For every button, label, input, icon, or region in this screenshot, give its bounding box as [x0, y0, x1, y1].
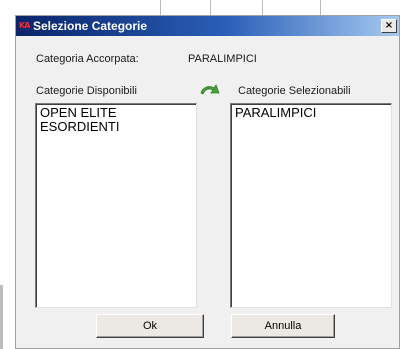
close-icon: × — [384, 20, 394, 31]
categoria-accorpata-value: PARALIMPICI — [188, 53, 257, 65]
background-gridline — [320, 0, 321, 15]
dialog-title: Selezione Categorie — [33, 19, 148, 33]
background-window-edge — [0, 285, 3, 349]
background-gridline — [262, 0, 263, 15]
close-button[interactable]: × — [381, 19, 397, 33]
app-icon: KA — [19, 21, 30, 30]
ok-button[interactable]: Ok — [96, 314, 204, 338]
categorie-disponibili-list[interactable]: OPEN ELITE ESORDIENTI — [35, 103, 197, 308]
categorie-selezionabili-list[interactable]: PARALIMPICI — [230, 103, 392, 308]
selezione-categorie-dialog: KA Selezione Categorie × Categoria Accor… — [15, 15, 400, 349]
background-window-strip — [0, 0, 400, 16]
list-item[interactable]: OPEN ELITE — [40, 106, 196, 120]
annulla-button[interactable]: Annulla — [231, 314, 335, 338]
background-gridline — [210, 0, 211, 15]
background-gridline — [160, 0, 161, 15]
list-item[interactable]: PARALIMPICI — [235, 106, 391, 120]
categorie-selezionabili-label: Categorie Selezionabili — [238, 85, 351, 97]
title-bar[interactable]: KA Selezione Categorie × — [16, 16, 399, 36]
categorie-disponibili-label: Categorie Disponibili — [36, 85, 137, 97]
list-item[interactable]: ESORDIENTI — [40, 120, 196, 134]
categoria-accorpata-label: Categoria Accorpata: — [36, 53, 139, 65]
green-arrow-icon[interactable] — [199, 82, 221, 98]
